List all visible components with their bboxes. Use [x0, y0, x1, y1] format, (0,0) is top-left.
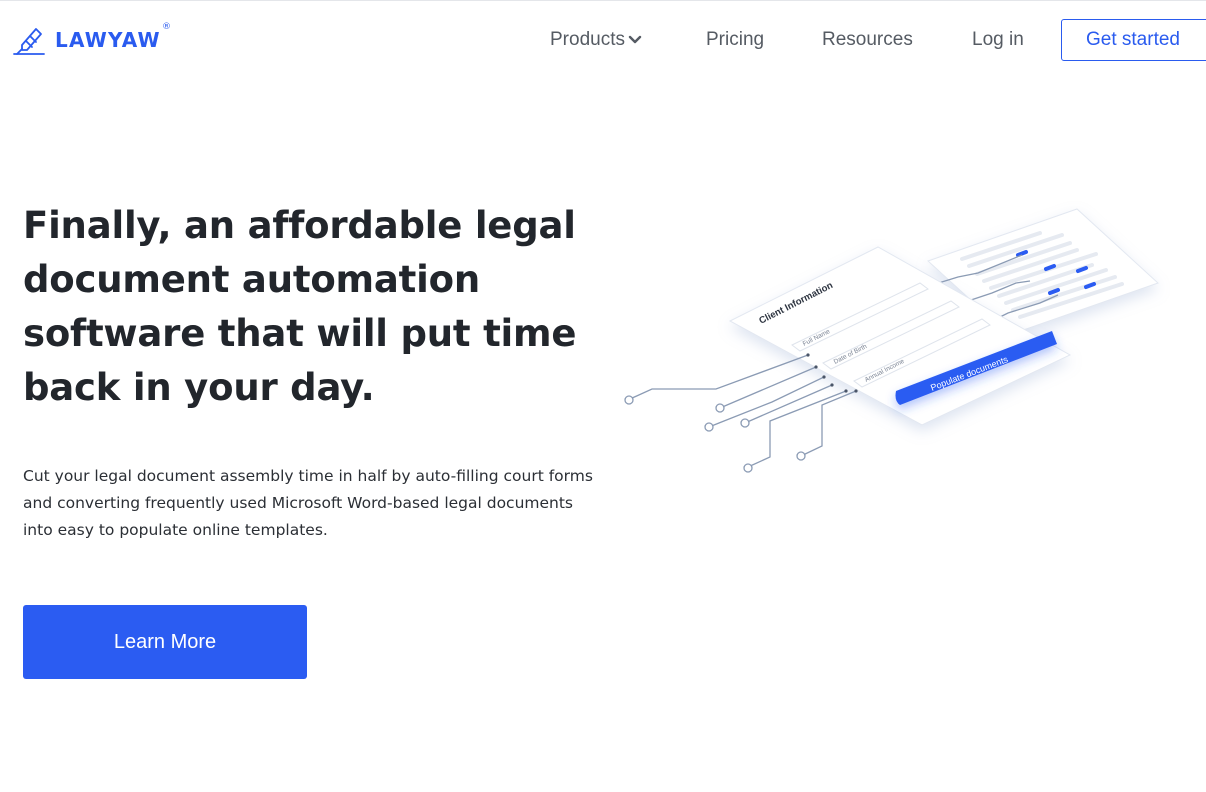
brand-logo[interactable]: LAWYAW ®: [12, 22, 171, 57]
document-automation-illustration: Client Information Full Name Date of Bir…: [624, 208, 1159, 473]
quill-logo-icon: [13, 28, 45, 55]
nav-resources[interactable]: Resources: [822, 29, 913, 51]
nav-products[interactable]: Products: [550, 29, 642, 51]
registered-mark: ®: [162, 22, 171, 32]
nav-products-label: Products: [550, 29, 625, 50]
hero-subtext: Cut your legal document assembly time in…: [23, 467, 593, 539]
chevron-down-icon: [628, 35, 642, 44]
nav-login[interactable]: Log in: [972, 29, 1024, 51]
learn-more-button[interactable]: Learn More: [23, 605, 307, 679]
hero-headline: Finally, an affordable legal document au…: [23, 204, 577, 409]
brand-name: LAWYAW: [55, 28, 161, 52]
nav-pricing[interactable]: Pricing: [706, 29, 764, 51]
connector-lines-front: [629, 354, 857, 468]
site-header: LAWYAW ® Products Pricing Resources Log …: [0, 1, 1206, 79]
get-started-button[interactable]: Get started: [1061, 19, 1206, 61]
